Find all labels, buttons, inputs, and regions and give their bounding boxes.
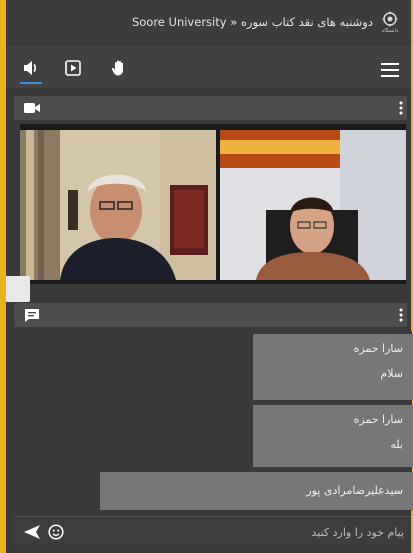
video-play-icon[interactable] bbox=[64, 59, 82, 77]
page-title: دوشنبه های نقد کتاب سوره « Soore Univers… bbox=[131, 15, 373, 29]
chat-input-bar bbox=[14, 516, 411, 546]
side-drawer-handle[interactable] bbox=[6, 276, 30, 302]
chat-panel-header bbox=[14, 303, 407, 327]
title-bar: دوشنبه های نقد کتاب سوره « Soore Univers… bbox=[6, 0, 411, 44]
message-sender: سیدعلیرضامرادی پور bbox=[306, 484, 403, 497]
message-sender: سارا حمزه bbox=[353, 342, 403, 355]
chat-options-icon[interactable] bbox=[399, 308, 403, 322]
toolbar bbox=[6, 46, 411, 88]
video-panel-header bbox=[14, 96, 407, 120]
active-tab-indicator bbox=[20, 82, 42, 84]
participant-video-left bbox=[20, 130, 216, 280]
chat-message: سارا حمزه سلام bbox=[253, 334, 413, 400]
raise-hand-icon[interactable] bbox=[110, 59, 128, 77]
camera-icon bbox=[24, 103, 40, 113]
chat-messages: سارا حمزه سلام سارا حمزه بله سیدعلیرضامر… bbox=[20, 331, 413, 511]
message-text: سلام bbox=[380, 367, 403, 380]
app-window: دوشنبه های نقد کتاب سوره « Soore Univers… bbox=[6, 0, 413, 553]
send-icon[interactable] bbox=[24, 525, 40, 539]
audio-icon[interactable] bbox=[22, 59, 40, 77]
participant-video-right bbox=[220, 130, 406, 280]
message-text: بله bbox=[390, 438, 403, 451]
chat-message-input[interactable] bbox=[74, 521, 404, 543]
emoji-icon[interactable] bbox=[48, 524, 64, 540]
chat-message: سارا حمزه بله bbox=[253, 405, 413, 467]
video-feed[interactable] bbox=[20, 124, 406, 284]
university-logo: دانشگاه bbox=[379, 8, 401, 36]
hamburger-menu-icon[interactable] bbox=[381, 63, 399, 77]
chat-icon bbox=[25, 309, 39, 322]
video-options-icon[interactable] bbox=[399, 101, 403, 115]
message-sender: سارا حمزه bbox=[353, 413, 403, 426]
chat-message: سیدعلیرضامرادی پور bbox=[100, 472, 413, 510]
